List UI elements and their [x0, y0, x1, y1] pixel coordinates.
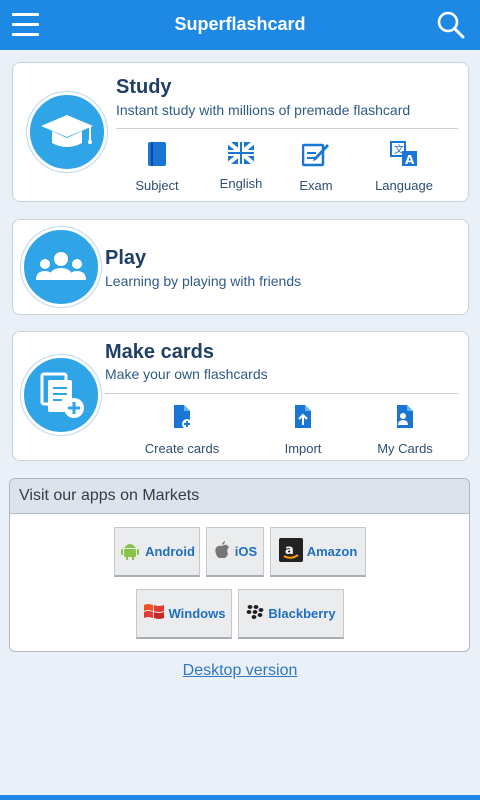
- add-cards-icon: [21, 355, 101, 435]
- ios-market-button[interactable]: iOS: [206, 527, 264, 577]
- create-cards-button[interactable]: Create cards: [140, 404, 224, 456]
- amazon-icon: a: [278, 538, 303, 565]
- app-title: Superflashcard: [174, 14, 306, 34]
- my-cards-button[interactable]: My Cards: [372, 404, 438, 456]
- study-divider: [116, 128, 458, 129]
- translate-icon: 文A: [368, 141, 440, 172]
- apple-icon: [213, 540, 231, 563]
- upload-document-icon: [273, 404, 333, 435]
- markets-panel: Visit our apps on Markets Android iOS a …: [9, 478, 470, 652]
- study-item-exam[interactable]: Exam: [283, 141, 349, 193]
- android-market-button[interactable]: Android: [114, 527, 200, 577]
- blackberry-icon: [246, 604, 264, 623]
- study-title: Study: [116, 76, 172, 98]
- bottom-bar: [0, 795, 480, 800]
- import-button[interactable]: Import: [273, 404, 333, 456]
- user-document-icon: [372, 404, 438, 435]
- make-cards-subtitle: Make your own flashcards: [105, 366, 268, 382]
- study-item-english[interactable]: English: [208, 140, 274, 191]
- desktop-version-link[interactable]: Desktop version: [0, 662, 480, 680]
- play-title: Play: [105, 247, 147, 269]
- study-card[interactable]: Study Instant study with millions of pre…: [12, 62, 469, 202]
- play-subtitle: Learning by playing with friends: [105, 273, 302, 289]
- search-icon[interactable]: [436, 10, 466, 40]
- study-item-language[interactable]: 文A Language: [368, 141, 440, 193]
- android-icon: [119, 539, 141, 564]
- add-document-icon: [140, 404, 224, 435]
- book-icon: [124, 141, 190, 172]
- group-people-icon: [21, 227, 101, 307]
- play-card[interactable]: Play Learning by playing with friends: [12, 219, 469, 315]
- windows-market-button[interactable]: Windows: [136, 589, 232, 639]
- svg-text:A: A: [405, 153, 415, 167]
- amazon-market-button[interactable]: a Amazon: [270, 527, 366, 577]
- study-item-subject[interactable]: Subject: [124, 141, 190, 193]
- make-cards-title: Make cards: [105, 341, 214, 363]
- app-header: Superflashcard: [0, 0, 480, 50]
- blackberry-market-button[interactable]: Blackberry: [238, 589, 344, 639]
- uk-flag-icon: [208, 140, 274, 170]
- windows-icon: [143, 602, 165, 625]
- pencil-paper-icon: [283, 141, 349, 172]
- make-cards-divider: [105, 393, 458, 394]
- svg-text:a: a: [285, 543, 294, 558]
- markets-title: Visit our apps on Markets: [10, 479, 469, 514]
- graduation-cap-icon: [27, 92, 107, 172]
- make-cards-card[interactable]: Make cards Make your own flashcards Crea…: [12, 331, 469, 461]
- study-subtitle: Instant study with millions of premade f…: [116, 102, 411, 118]
